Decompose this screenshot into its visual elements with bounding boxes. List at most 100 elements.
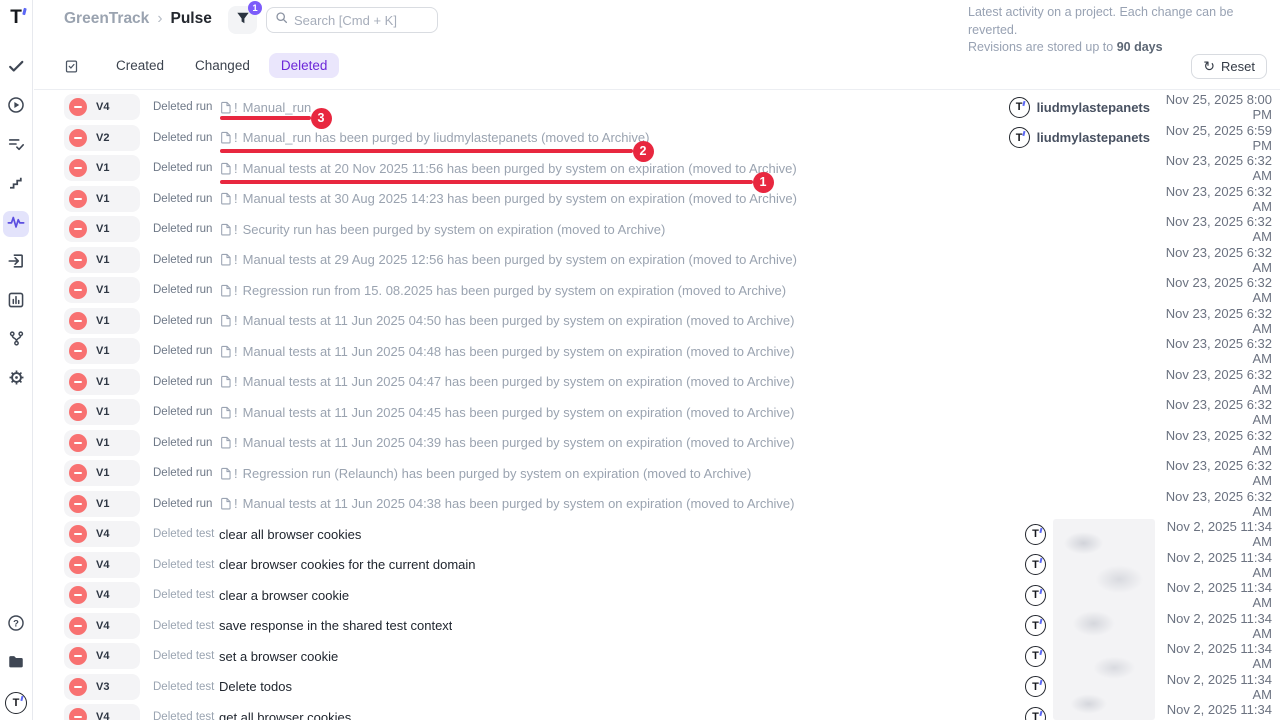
version-badge[interactable]: V1 <box>64 369 140 395</box>
version-badge[interactable]: V4 <box>64 613 140 639</box>
version-badge[interactable]: V1 <box>64 491 140 517</box>
version-badge[interactable]: V1 <box>64 430 140 456</box>
row-description: clear all browser cookies <box>219 527 361 542</box>
row-type-label: Deleted run <box>153 193 219 205</box>
version-badge[interactable]: V4 <box>64 704 140 720</box>
row-description: get all browser cookies <box>219 710 351 720</box>
version-badge[interactable]: V4 <box>64 552 140 578</box>
sidebar-item-branches[interactable] <box>3 328 29 354</box>
version-badge[interactable]: V1 <box>64 277 140 303</box>
version-badge[interactable]: V2 <box>64 125 140 151</box>
file-warning-icon: ! <box>234 466 238 481</box>
search-input[interactable] <box>294 13 429 28</box>
row-description: Delete todos <box>219 679 292 694</box>
version-badge[interactable]: V1 <box>64 460 140 486</box>
version-badge[interactable]: V1 <box>64 308 140 334</box>
timestamp: Nov 2, 2025 11:34 AM <box>1150 550 1272 580</box>
sidebar-item-settings[interactable] <box>3 367 29 393</box>
version-label: V4 <box>96 559 109 571</box>
refresh-icon: ↻ <box>1203 59 1215 73</box>
redacted-username-area <box>1053 519 1155 720</box>
version-label: V1 <box>96 254 109 266</box>
user-avatar-icon: T <box>1009 127 1030 148</box>
sidebar-item-analytics[interactable] <box>3 289 29 315</box>
tab-bar: Created Changed Deleted ↻ Reset <box>64 52 1267 80</box>
table-row[interactable]: V1Deleted run!Manual tests at 29 Aug 202… <box>34 245 1280 276</box>
reset-button[interactable]: ↻ Reset <box>1191 54 1267 79</box>
row-type-label: Deleted test <box>153 528 219 540</box>
version-label: V4 <box>96 650 109 662</box>
pulse-icon <box>7 213 25 236</box>
tab-created[interactable]: Created <box>104 53 176 78</box>
username: liudmylastepanets <box>1037 100 1150 115</box>
table-row[interactable]: V1Deleted run!Manual tests at 30 Aug 202… <box>34 184 1280 215</box>
version-badge[interactable]: V4 <box>64 582 140 608</box>
table-row[interactable]: V1Deleted run!Manual tests at 11 Jun 202… <box>34 306 1280 337</box>
sidebar-item-runs[interactable] <box>3 94 29 120</box>
minus-icon <box>69 586 87 604</box>
breadcrumb-page: Pulse <box>170 10 211 28</box>
version-badge[interactable]: V4 <box>64 94 140 120</box>
table-row[interactable]: V1Deleted run!Manual tests at 11 Jun 202… <box>34 489 1280 520</box>
user-avatar-icon: T <box>1025 707 1046 720</box>
minus-icon <box>69 617 87 635</box>
user-avatar-icon: T <box>1025 646 1046 667</box>
version-badge[interactable]: V1 <box>64 186 140 212</box>
row-type-label: Deleted run <box>153 284 219 296</box>
version-label: V3 <box>96 681 109 693</box>
sidebar-item-projects[interactable] <box>3 651 29 677</box>
table-row[interactable]: V1Deleted run!Manual tests at 11 Jun 202… <box>34 367 1280 398</box>
filter-button[interactable]: 1 <box>228 6 257 34</box>
version-label: V1 <box>96 376 109 388</box>
sidebar-item-tests[interactable] <box>3 55 29 81</box>
table-row[interactable]: V1Deleted run!Manual tests at 11 Jun 202… <box>34 397 1280 428</box>
check-icon <box>7 57 25 80</box>
sidebar-item-plans[interactable] <box>3 133 29 159</box>
version-badge[interactable]: V1 <box>64 338 140 364</box>
table-row[interactable]: V1Deleted run!Regression run from 15. 08… <box>34 275 1280 306</box>
breadcrumb-project[interactable]: GreenTrack <box>64 10 149 28</box>
tab-deleted[interactable]: Deleted <box>269 53 340 78</box>
annotation-line-1 <box>220 180 753 184</box>
row-type-label: Deleted run <box>153 132 219 144</box>
table-row[interactable]: V1Deleted run!Manual tests at 20 Nov 202… <box>34 153 1280 184</box>
version-badge[interactable]: V4 <box>64 643 140 669</box>
minus-icon <box>69 495 87 513</box>
search-box[interactable] <box>266 7 438 33</box>
file-warning-icon: ! <box>234 344 238 359</box>
timestamp: Nov 23, 2025 6:32 AM <box>1150 458 1272 488</box>
version-badge[interactable]: V4 <box>64 521 140 547</box>
table-row[interactable]: V1Deleted run!Regression run (Relaunch) … <box>34 458 1280 489</box>
version-label: V1 <box>96 467 109 479</box>
app-logo[interactable]: T <box>3 5 29 31</box>
timestamp: Nov 23, 2025 6:32 AM <box>1150 275 1272 305</box>
sidebar-item-steps[interactable] <box>3 172 29 198</box>
search-icon <box>275 11 288 29</box>
table-row[interactable]: V1Deleted run!Manual tests at 11 Jun 202… <box>34 336 1280 367</box>
row-type-label: Deleted test <box>153 681 219 693</box>
row-description: !Manual_run <box>219 100 311 115</box>
timestamp: Nov 2, 2025 11:34 AM <box>1150 672 1272 702</box>
version-badge[interactable]: V1 <box>64 247 140 273</box>
filter-count-badge: 1 <box>248 1 262 15</box>
table-row[interactable]: V1Deleted run!Manual tests at 11 Jun 202… <box>34 428 1280 459</box>
version-badge[interactable]: V1 <box>64 216 140 242</box>
version-badge[interactable]: V1 <box>64 155 140 181</box>
timestamp: Nov 23, 2025 6:32 AM <box>1150 245 1272 275</box>
username: liudmylastepanets <box>1037 130 1150 145</box>
version-badge[interactable]: V1 <box>64 399 140 425</box>
timestamp: Nov 23, 2025 6:32 AM <box>1150 306 1272 336</box>
table-row[interactable]: V1Deleted run!Security run has been purg… <box>34 214 1280 245</box>
minus-icon <box>69 525 87 543</box>
sidebar-item-import[interactable] <box>3 250 29 276</box>
tab-changed[interactable]: Changed <box>183 53 262 78</box>
sidebar-item-help[interactable]: ? <box>3 612 29 638</box>
timestamp: Nov 23, 2025 6:32 AM <box>1150 214 1272 244</box>
sidebar-item-pulse[interactable] <box>3 211 29 237</box>
timestamp: Nov 23, 2025 6:32 AM <box>1150 336 1272 366</box>
breadcrumb: GreenTrack › Pulse <box>64 10 212 28</box>
user-avatar[interactable]: T <box>3 690 29 716</box>
version-badge[interactable]: V3 <box>64 674 140 700</box>
version-label: V2 <box>96 132 109 144</box>
header-divider <box>34 89 1280 90</box>
